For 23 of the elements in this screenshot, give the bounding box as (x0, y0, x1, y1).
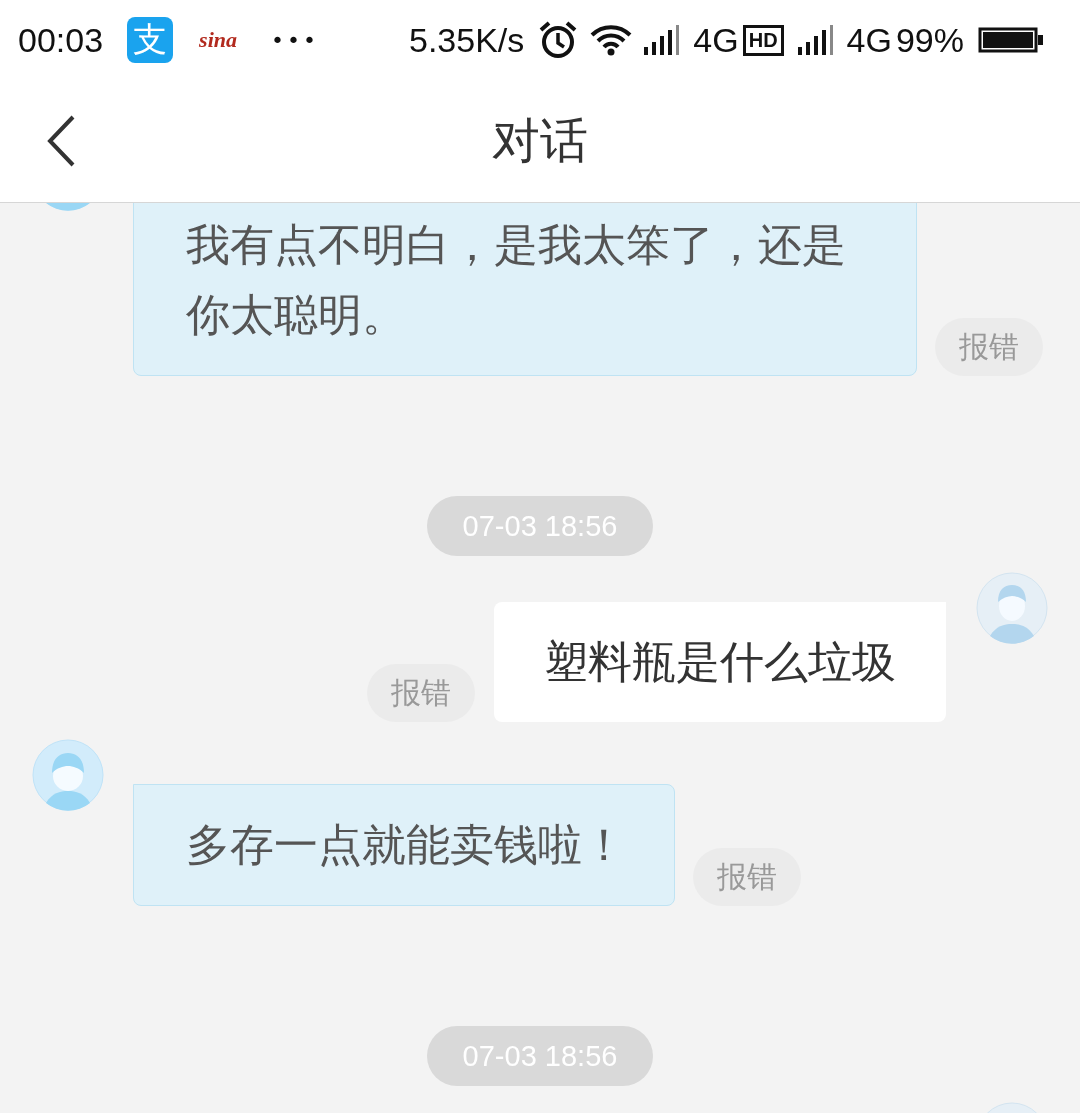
network-type: 4G (846, 20, 892, 60)
wifi-icon (590, 24, 633, 56)
network-type: 4G (693, 20, 739, 60)
clock: 00:03 (18, 20, 104, 60)
report-button[interactable]: 报错 (693, 848, 801, 906)
network-speed: 5.35K/s (409, 20, 525, 60)
app-icon: 支 (127, 17, 174, 63)
avatar (32, 739, 104, 811)
message-bubble: 塑料瓶是什么垃圾 (494, 602, 946, 722)
battery-icon (978, 27, 1044, 53)
message-bubble: 多存一点就能卖钱啦！ (133, 784, 675, 906)
report-button[interactable]: 报错 (367, 664, 475, 722)
message-bubble: 我有点不明白，是我太笨了，还是你太聪明。 (133, 203, 917, 376)
battery-percent: 99% (895, 20, 964, 60)
alarm-clock-icon (538, 20, 579, 60)
app-logo: sina (199, 27, 237, 53)
signal-icon (644, 25, 680, 55)
page-title: 对话 (491, 111, 589, 170)
report-button[interactable]: 报错 (935, 318, 1043, 376)
more-icon: ••• (271, 27, 319, 53)
signal-icon (797, 25, 833, 55)
hd-badge: HD (742, 24, 784, 56)
avatar (976, 572, 1048, 644)
